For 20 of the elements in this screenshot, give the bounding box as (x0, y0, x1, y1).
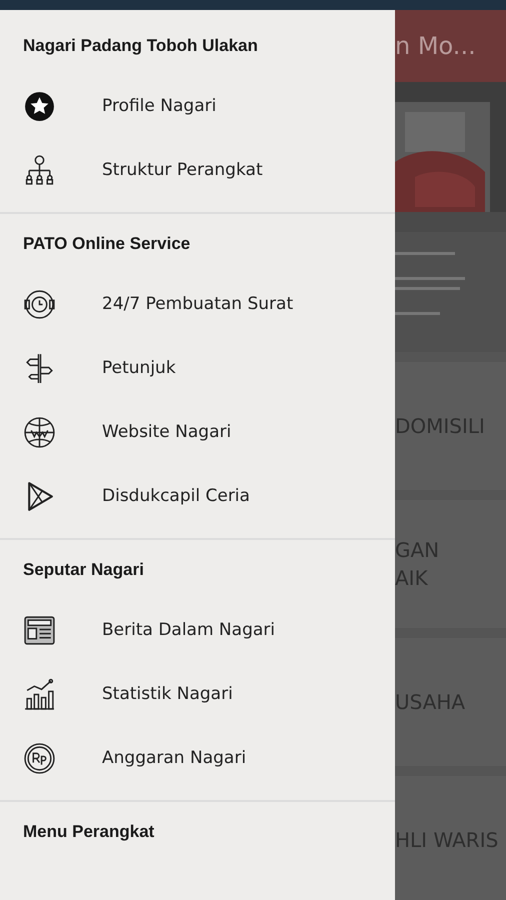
section-header: Menu Perangkat (23, 822, 154, 842)
menu-item[interactable]: Berita Dalam Nagari (0, 598, 395, 662)
section-header: Seputar Nagari (23, 560, 144, 580)
menu-item[interactable]: Profile Nagari (0, 74, 395, 138)
menu-item[interactable]: Anggaran Nagari (0, 726, 395, 790)
menu-item[interactable]: Website Nagari (0, 400, 395, 464)
menu-item[interactable]: Struktur Perangkat (0, 138, 395, 202)
menu-item[interactable]: 24/7 Pembuatan Surat (0, 272, 395, 336)
menu-item[interactable]: Statistik Nagari (0, 662, 395, 726)
clock-icon (23, 288, 56, 320)
globe-icon (23, 416, 56, 448)
section-header: Nagari Padang Toboh Ulakan (23, 36, 258, 56)
section-header: PATO Online Service (23, 234, 190, 254)
stats-icon (23, 678, 56, 710)
money-icon (23, 742, 56, 774)
menu-item[interactable]: Petunjuk (0, 336, 395, 400)
org-icon (23, 154, 56, 186)
app-title: n Mo... (395, 32, 476, 60)
menu-item[interactable]: Disdukcapil Ceria (0, 464, 395, 528)
news-icon (23, 614, 56, 646)
